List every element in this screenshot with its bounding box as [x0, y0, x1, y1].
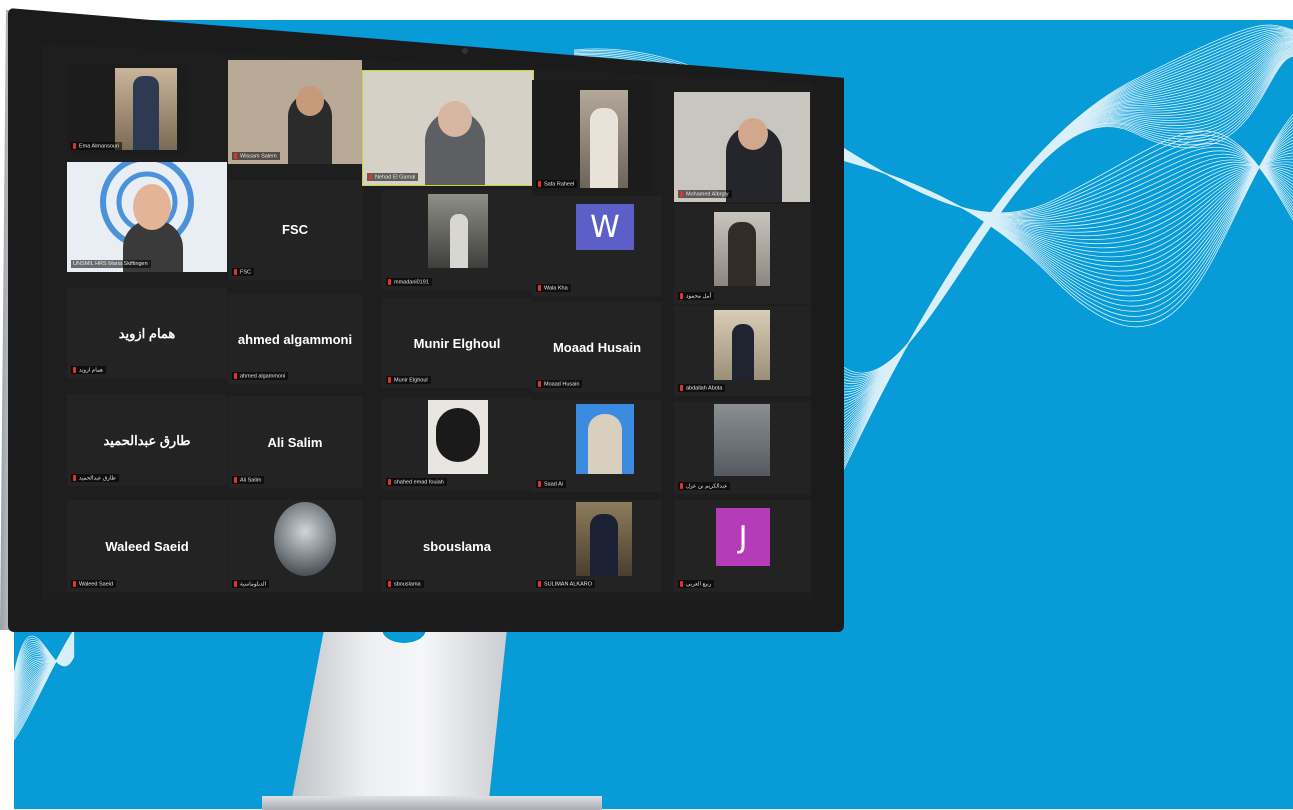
mic-muted-icon [234, 372, 237, 379]
avatar: J [716, 508, 770, 566]
participant-tile[interactable]: abdallah Abota [674, 306, 810, 396]
participant-nameplate: أمل محمود [678, 291, 715, 300]
mic-muted-icon [73, 580, 76, 587]
participant-name-large: طارق عبدالحميد [103, 432, 191, 448]
participant-nameplate: عبدالكريم بن عزل [678, 481, 731, 490]
participant-photo [714, 310, 770, 380]
participant-video [580, 90, 628, 188]
participant-tile[interactable]: Wissam Salem [228, 60, 362, 164]
participant-tile[interactable]: W Wala Kha [532, 196, 662, 296]
participant-video [115, 68, 177, 150]
participant-name-large: FSC [282, 222, 308, 237]
participant-nameplate: Mohamed Albrgly [678, 189, 732, 198]
participant-nameplate: Nehad El Gamal [367, 172, 419, 181]
participant-tile[interactable]: Saad Ai [532, 400, 662, 492]
mic-muted-icon [538, 580, 541, 587]
participant-name-large: Waleed Saeid [105, 538, 189, 554]
participant-name-large: ahmed algammoni [237, 331, 353, 347]
participant-name-large: همام ازويد [118, 325, 176, 341]
mic-muted-icon [388, 376, 391, 383]
participant-photo [714, 404, 770, 476]
participant-tile[interactable]: FSC FSC [228, 180, 362, 280]
participant-nameplate: Wala Kha [536, 283, 571, 292]
participant-nameplate: abdallah Abota [678, 383, 726, 392]
participant-nameplate: Ali Salim [232, 475, 265, 484]
participant-tile[interactable]: طارق عبدالحميد طارق عبدالحميد [67, 394, 227, 486]
participant-tile[interactable]: عبدالكريم بن عزل [674, 402, 810, 494]
participant-name-large: Ali Salim [267, 434, 323, 450]
participant-nameplate: FSC [232, 267, 254, 276]
participant-nameplate: Ema Almansouri [71, 141, 123, 150]
participant-name-large: sbouslama [423, 538, 491, 554]
mic-muted-icon [234, 580, 237, 587]
mic-muted-icon [680, 384, 683, 391]
participant-nameplate: Munir Elghoul [386, 375, 431, 384]
mic-muted-icon [538, 480, 541, 487]
participant-tile[interactable]: Waleed Saeid Waleed Saeid [67, 500, 227, 592]
mic-muted-icon [388, 580, 391, 587]
mic-muted-icon [73, 474, 76, 481]
mic-muted-icon [234, 268, 237, 275]
participant-nameplate: mmadani0191 [386, 277, 432, 286]
participant-nameplate: SULIMAN ALKARO [536, 579, 595, 588]
participant-nameplate: همام ازويد [71, 365, 106, 374]
participant-tile[interactable]: UNSMIL HRS Maria Skiftingen [67, 162, 227, 272]
participant-tile[interactable]: sbouslama sbouslama [382, 500, 532, 592]
participant-nameplate: ربيع العربي [678, 579, 715, 588]
mic-muted-icon [73, 366, 76, 373]
monitor-stand-base [262, 796, 602, 810]
participant-tile[interactable]: shahed emad fouiah [382, 398, 532, 490]
mic-muted-icon [680, 190, 683, 197]
participant-tile[interactable]: Moaad Husain Moaad Husain [532, 302, 662, 392]
participant-tile-speaking[interactable]: Nehad El Gamal [362, 70, 534, 186]
participant-photo [428, 400, 488, 474]
mic-muted-icon [538, 380, 541, 387]
participant-photo [714, 212, 770, 286]
participant-tile[interactable]: J ربيع العربي [674, 500, 810, 592]
mic-muted-icon [538, 180, 541, 187]
participant-tile[interactable]: همام ازويد همام ازويد [67, 288, 227, 378]
camera-icon [462, 48, 468, 54]
participant-photo [428, 194, 488, 268]
participant-photo [576, 502, 632, 576]
mic-muted-icon [680, 482, 683, 489]
mic-muted-icon [680, 580, 683, 587]
participant-nameplate: ahmed algammoni [232, 371, 289, 380]
participant-nameplate: Moaad Husain [536, 379, 583, 388]
mic-muted-icon [369, 173, 372, 180]
participant-nameplate: Safa Raheel [536, 179, 578, 188]
participant-tile[interactable]: Mohamed Albrgly [674, 92, 810, 202]
participant-tile[interactable]: Ema Almansouri [67, 64, 187, 154]
participant-nameplate: الدبلوماسية [232, 579, 270, 588]
participant-tile[interactable]: Safa Raheel [532, 80, 652, 192]
participant-nameplate: طارق عبدالحميد [71, 473, 119, 482]
participant-photo [576, 404, 634, 474]
mic-muted-icon [388, 278, 391, 285]
participant-tile[interactable]: mmadani0191 [382, 190, 532, 290]
participant-nameplate: Waleed Saeid [71, 579, 117, 588]
participant-nameplate: Saad Ai [536, 479, 566, 488]
participant-tile[interactable]: أمل محمود [674, 204, 810, 304]
participant-nameplate: Wissam Salem [232, 151, 280, 160]
mic-muted-icon [680, 292, 683, 299]
video-call-gallery: Ema Almansouri Wissam Salem Nehad El Gam… [42, 44, 812, 599]
participant-tile[interactable]: ahmed algammoni ahmed algammoni [228, 294, 362, 384]
mic-muted-icon [538, 284, 541, 291]
participant-tile[interactable]: Munir Elghoul Munir Elghoul [382, 298, 532, 388]
participant-photo [274, 502, 336, 576]
mic-muted-icon [234, 476, 237, 483]
participant-name-large: Moaad Husain [552, 339, 642, 355]
participant-nameplate: sbouslama [386, 579, 424, 588]
avatar: W [576, 204, 634, 250]
participant-name-large: Munir Elghoul [413, 335, 501, 351]
participant-tile[interactable]: SULIMAN ALKARO [532, 500, 662, 592]
participant-nameplate: UNSMIL HRS Maria Skiftingen [71, 260, 151, 268]
participant-nameplate: shahed emad fouiah [386, 477, 447, 486]
mic-muted-icon [234, 152, 237, 159]
mic-muted-icon [73, 142, 76, 149]
participant-tile[interactable]: الدبلوماسية [228, 500, 362, 592]
participant-tile[interactable]: Ali Salim Ali Salim [228, 396, 362, 488]
mic-muted-icon [388, 478, 391, 485]
